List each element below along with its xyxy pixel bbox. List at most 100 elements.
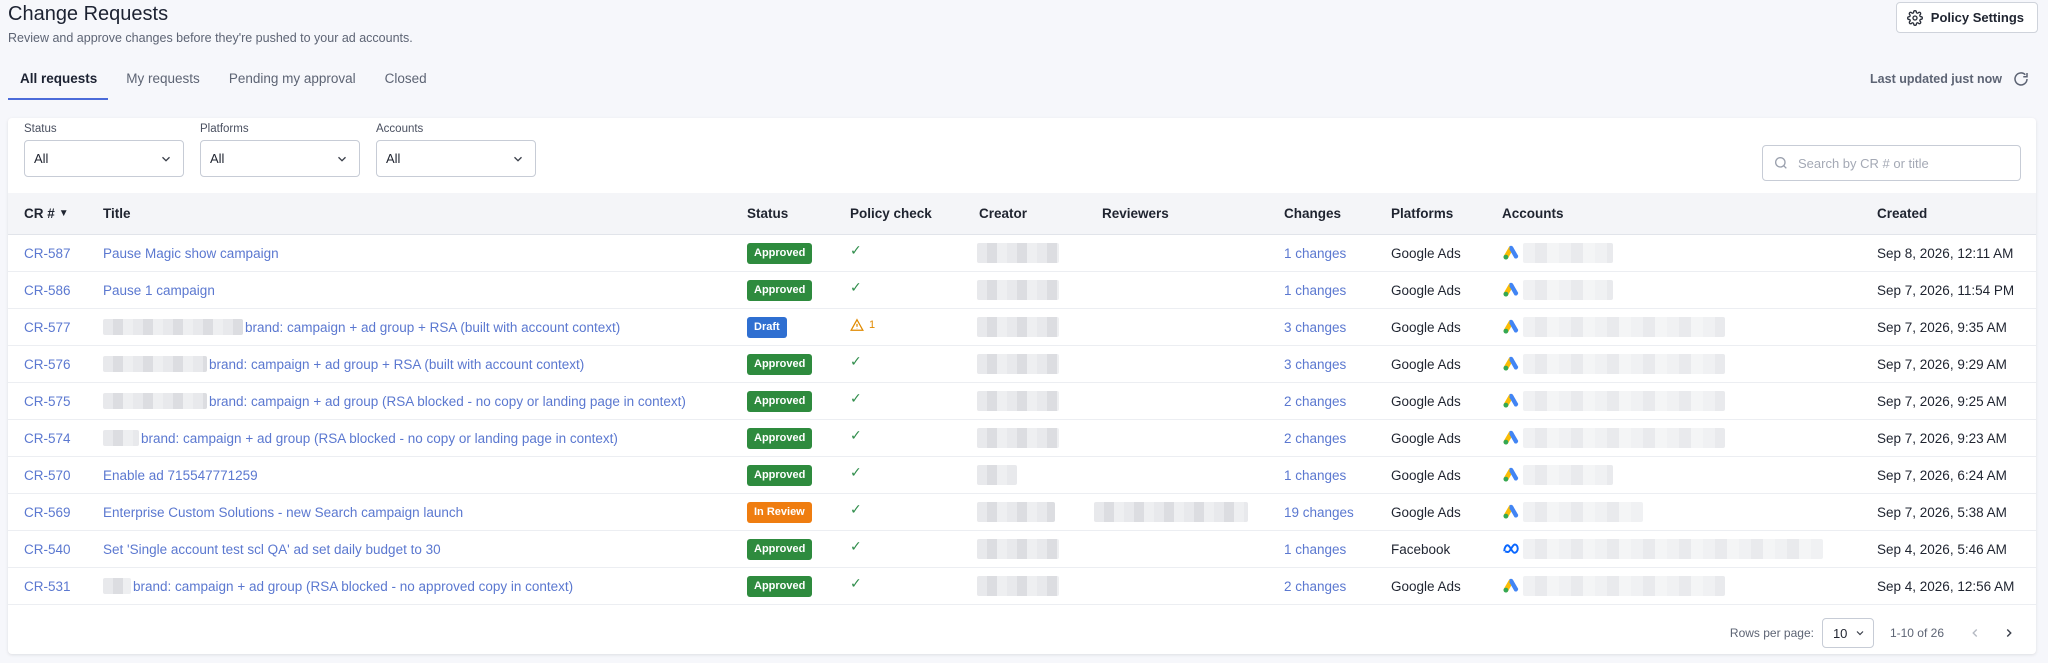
- table-row[interactable]: CR-587 Pause Magic show campaign Approve…: [8, 235, 2036, 272]
- cr-number-link[interactable]: CR-586: [24, 272, 71, 308]
- changes-link[interactable]: 1 changes: [1284, 457, 1346, 493]
- changes-link[interactable]: 1 changes: [1284, 531, 1346, 567]
- redacted-creator: [977, 280, 1059, 300]
- platforms-select[interactable]: All: [200, 140, 360, 177]
- request-title-link[interactable]: brand: campaign + ad group (RSA blocked …: [103, 568, 573, 604]
- accounts-cell: [1502, 457, 1613, 493]
- pagination: Rows per page: 10 1-10 of 26: [1730, 618, 2016, 648]
- search-input[interactable]: [1798, 155, 2008, 171]
- created-date: Sep 7, 2026, 6:24 AM: [1877, 467, 2007, 483]
- request-title-link[interactable]: Enterprise Custom Solutions - new Search…: [103, 494, 463, 530]
- cr-number-link[interactable]: CR-575: [24, 383, 71, 419]
- table-row[interactable]: CR-570 Enable ad 715547771259 Approved ✓…: [8, 457, 2036, 494]
- accounts-select-value: All: [386, 151, 401, 166]
- request-title-text: Pause 1 campaign: [103, 282, 215, 298]
- rows-per-page-select[interactable]: 10: [1821, 618, 1874, 648]
- gear-icon: [1906, 9, 1923, 26]
- warning-icon: [850, 318, 864, 331]
- table-row[interactable]: CR-576 brand: campaign + ad group + RSA …: [8, 346, 2036, 383]
- request-title-link[interactable]: brand: campaign + ad group (RSA blocked …: [103, 420, 618, 456]
- tab-pending-my-approval[interactable]: Pending my approval: [217, 66, 367, 100]
- accounts-cell: [1502, 235, 1613, 271]
- policy-settings-button[interactable]: Policy Settings: [1895, 2, 2038, 33]
- created-date: Sep 7, 2026, 9:25 AM: [1877, 393, 2007, 409]
- request-title-link[interactable]: Enable ad 715547771259: [103, 457, 258, 493]
- table-row[interactable]: CR-577 brand: campaign + ad group + RSA …: [8, 309, 2036, 346]
- platform-cell: Google Ads: [1391, 282, 1461, 298]
- refresh-icon[interactable]: [2012, 70, 2030, 88]
- creator-cell: [977, 235, 1059, 271]
- status-cell: Approved: [747, 383, 813, 419]
- cr-number-link[interactable]: CR-569: [24, 494, 71, 530]
- policy-cell: ✓: [850, 235, 862, 271]
- status-cell: In Review: [747, 494, 812, 530]
- table-row[interactable]: CR-569 Enterprise Custom Solutions - new…: [8, 494, 2036, 531]
- status-cell: Approved: [747, 346, 813, 382]
- platform-cell: Google Ads: [1391, 504, 1461, 520]
- redacted-account: [1523, 576, 1725, 596]
- table-row[interactable]: CR-531 brand: campaign + ad group (RSA b…: [8, 568, 2036, 605]
- status-badge: Approved: [747, 427, 813, 449]
- chevron-left-icon[interactable]: [1968, 626, 1982, 640]
- changes-link[interactable]: 1 changes: [1284, 272, 1346, 308]
- accounts-select[interactable]: All: [376, 140, 536, 177]
- cr-number-link[interactable]: CR-577: [24, 309, 71, 345]
- table-row[interactable]: CR-586 Pause 1 campaign Approved ✓ 1 cha…: [8, 272, 2036, 309]
- tab-my-requests[interactable]: My requests: [114, 66, 211, 100]
- table-row[interactable]: CR-540 Set 'Single account test scl QA' …: [8, 531, 2036, 568]
- status-badge: Approved: [747, 464, 813, 486]
- policy-cell: ✓: [850, 494, 862, 530]
- column-header-cr[interactable]: CR # ▼: [24, 193, 69, 234]
- policy-check-icon: ✓: [850, 352, 862, 369]
- chevron-right-icon[interactable]: [2002, 626, 2016, 640]
- requests-table: CR # ▼ Title Status Policy check Creator…: [8, 193, 2036, 605]
- request-title-link[interactable]: brand: campaign + ad group + RSA (built …: [103, 309, 620, 345]
- created-date: Sep 7, 2026, 11:54 PM: [1877, 282, 2015, 298]
- redacted-text: [103, 356, 207, 372]
- request-title-link[interactable]: brand: campaign + ad group (RSA blocked …: [103, 383, 686, 419]
- platform-cell: Google Ads: [1391, 578, 1461, 594]
- tab-closed[interactable]: Closed: [373, 66, 438, 100]
- request-title-link[interactable]: brand: campaign + ad group + RSA (built …: [103, 346, 584, 382]
- redacted-creator: [977, 354, 1059, 374]
- accounts-cell: [1502, 531, 1823, 567]
- policy-cell: ✓: [850, 568, 862, 604]
- created-date: Sep 4, 2026, 5:46 AM: [1877, 541, 2007, 557]
- policy-check-icon: ✓: [850, 500, 862, 517]
- table-row[interactable]: CR-575 brand: campaign + ad group (RSA b…: [8, 383, 2036, 420]
- policy-cell: 1: [850, 309, 875, 345]
- pagination-range: 1-10 of 26: [1889, 626, 1944, 640]
- request-title-link[interactable]: Pause 1 campaign: [103, 272, 215, 308]
- policy-check-icon: ✓: [850, 537, 862, 554]
- changes-link[interactable]: 1 changes: [1284, 235, 1346, 271]
- status-badge: Approved: [747, 538, 813, 560]
- redacted-account: [1523, 317, 1725, 337]
- cr-number-link[interactable]: CR-576: [24, 346, 71, 382]
- changes-link[interactable]: 2 changes: [1284, 383, 1346, 419]
- request-title-link[interactable]: Pause Magic show campaign: [103, 235, 279, 271]
- changes-link[interactable]: 2 changes: [1284, 420, 1346, 456]
- changes-link[interactable]: 19 changes: [1284, 494, 1354, 530]
- redacted-account: [1523, 243, 1613, 263]
- policy-check-icon: ✓: [850, 241, 862, 258]
- policy-warning-count: 1: [869, 319, 876, 331]
- policy-check-icon: ✓: [850, 389, 862, 406]
- search-icon: [1775, 157, 1787, 169]
- page-header: Change Requests Review and approve chang…: [8, 0, 413, 45]
- changes-link[interactable]: 2 changes: [1284, 568, 1346, 604]
- redacted-creator: [977, 243, 1059, 263]
- cr-number-link[interactable]: CR-540: [24, 531, 71, 567]
- request-title-link[interactable]: Set 'Single account test scl QA' ad set …: [103, 531, 441, 567]
- redacted-creator: [977, 428, 1059, 448]
- cr-number-link[interactable]: CR-587: [24, 235, 71, 271]
- cr-number-link[interactable]: CR-531: [24, 568, 71, 604]
- changes-link[interactable]: 3 changes: [1284, 309, 1346, 345]
- changes-link[interactable]: 3 changes: [1284, 346, 1346, 382]
- cr-number-link[interactable]: CR-570: [24, 457, 71, 493]
- status-select[interactable]: All: [24, 140, 184, 177]
- cr-number-link[interactable]: CR-574: [24, 420, 71, 456]
- search-box[interactable]: [1762, 145, 2021, 181]
- tab-all-requests[interactable]: All requests: [8, 66, 109, 100]
- table-row[interactable]: CR-574 brand: campaign + ad group (RSA b…: [8, 420, 2036, 457]
- redacted-creator: [977, 576, 1059, 596]
